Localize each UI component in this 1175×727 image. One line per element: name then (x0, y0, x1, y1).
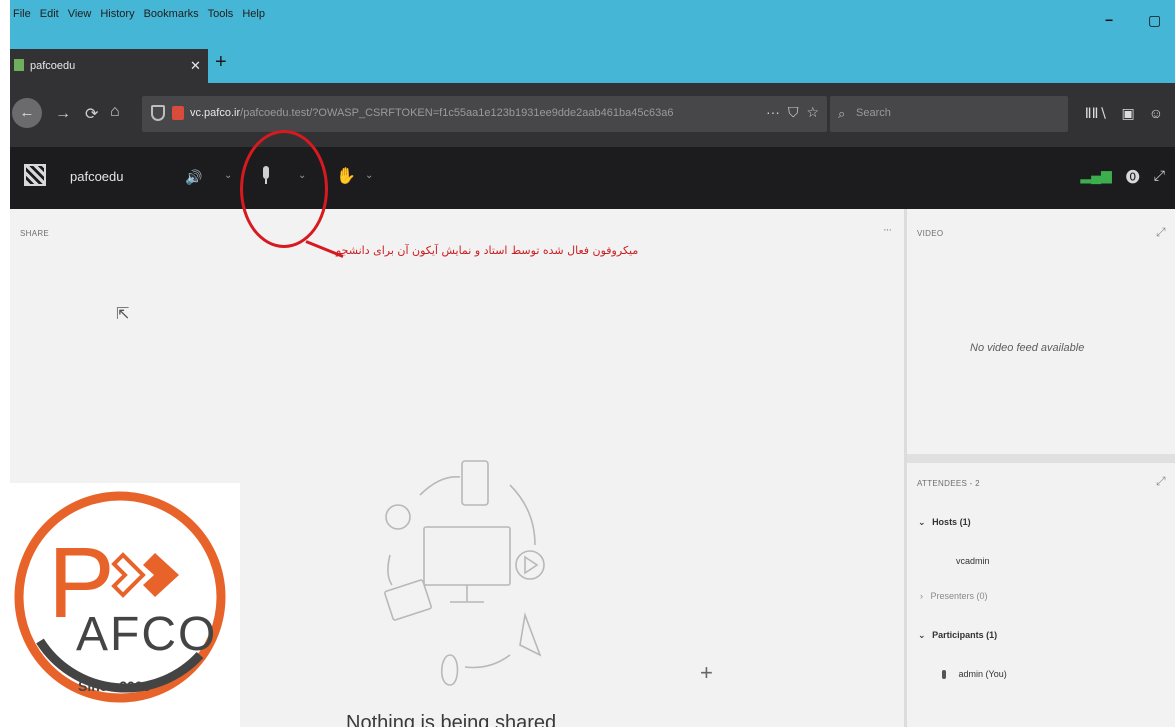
participant-mic-icon (942, 670, 946, 680)
url-text[interactable]: vc.pafco.ir/pafcoedu.test/?OWASP_CSRFTOK… (190, 107, 730, 119)
empty-share-illustration (384, 460, 545, 686)
arrow-path-2 (509, 484, 536, 546)
help-icon[interactable]: ⓿ (1126, 167, 1140, 187)
pafco-logo: P AFCO Since 2003 (10, 483, 240, 727)
empty-share-text: Nothing is being shared (346, 712, 557, 727)
back-button[interactable]: ← (12, 98, 42, 128)
presenters-label: Presenters (0) (930, 591, 988, 601)
share-options-icon[interactable]: ··· (883, 224, 892, 236)
arrow-path-3 (464, 654, 511, 669)
menu-edit[interactable]: Edit (40, 8, 59, 20)
search-bar[interactable]: ⌕ Search (830, 96, 1068, 132)
menu-tools[interactable]: Tools (208, 8, 234, 20)
app-logo-icon (24, 164, 46, 186)
hosts-caret-icon: ⌄ (918, 517, 926, 527)
menu-items: File Edit View History Bookmarks Tools H… (13, 8, 265, 20)
tab-bar: pafcoedu ✕ + (10, 43, 1175, 83)
page-actions-icon[interactable]: ··· (766, 104, 780, 121)
panel-horizontal-divider[interactable] (907, 454, 1175, 463)
pocket-icon[interactable]: ⛉ (788, 104, 799, 121)
account-icon[interactable]: ☺ (1149, 105, 1163, 122)
participants-group[interactable]: ⌄ Participants (1) (918, 630, 997, 641)
menu-history[interactable]: History (100, 8, 134, 20)
navigation-bar: ← → ⟳ ⌂ vc.pafco.ir/pafcoedu.test/?OWASP… (10, 83, 1175, 147)
screenshot-frame: File Edit View History Bookmarks Tools H… (10, 0, 1175, 727)
pafco-wordmark: AFCO (76, 608, 218, 661)
toolbar-right: ⅡⅡ∖ ▣ ☺ (1085, 105, 1163, 122)
arrow-path-1 (419, 476, 461, 496)
forward-button[interactable]: → (55, 105, 71, 123)
attendee-host-vcadmin[interactable]: vcadmin (956, 556, 990, 566)
mouse-cursor-icon: ⇱ (116, 306, 130, 323)
pointer-icon (519, 611, 542, 657)
url-bar[interactable]: vc.pafco.ir/pafcoedu.test/?OWASP_CSRFTOK… (142, 96, 827, 132)
annotation-circle (240, 130, 328, 248)
presenters-group[interactable]: › Presenters (0) (920, 591, 988, 601)
share-label: SHARE (20, 229, 50, 238)
app-toolbar-right: ▂▄▆ ⓿ ⤢ (1080, 167, 1165, 187)
video-label: VIDEO (917, 229, 944, 238)
library-icon[interactable]: ⅡⅡ∖ (1085, 105, 1108, 122)
annotation-text: میکروفون فعال شده توسط استاد و نمایش آیک… (336, 244, 639, 257)
file-a-icon (440, 654, 459, 686)
video-panel (907, 209, 1175, 454)
raise-hand-icon[interactable]: ✋ (336, 166, 356, 186)
tab-title: pafcoedu (30, 60, 76, 72)
fullscreen-icon[interactable]: ⤢ (1154, 167, 1165, 187)
favicon-icon (14, 59, 24, 71)
connection-signal-icon[interactable]: ▂▄▆ (1080, 167, 1111, 187)
tracking-shield-icon[interactable] (151, 105, 165, 121)
speaker-icon[interactable]: 🔊 (185, 169, 202, 186)
tab-close-icon[interactable]: ✕ (190, 58, 201, 74)
menu-view[interactable]: View (68, 8, 92, 20)
home-button[interactable]: ⌂ (110, 103, 120, 121)
image-icon (384, 579, 432, 621)
reload-button[interactable]: ⟳ (85, 104, 98, 124)
participant-name: admin (You) (958, 669, 1007, 679)
hosts-label: Hosts (1) (932, 517, 971, 527)
crosshair-icon: + (700, 660, 713, 685)
minimize-button[interactable]: − (1105, 12, 1113, 28)
menu-bar: File Edit View History Bookmarks Tools H… (10, 0, 1175, 43)
monitor-icon (423, 526, 511, 586)
url-tools: ··· ⛉ ☆ (766, 104, 819, 121)
sidebar-icon[interactable]: ▣ (1121, 105, 1134, 122)
presenters-caret-icon: › (920, 591, 923, 601)
attendees-label: ATTENDEES - 2 (917, 479, 980, 488)
user-circle-icon (385, 504, 411, 530)
menu-help[interactable]: Help (242, 8, 265, 20)
participants-label: Participants (1) (932, 630, 998, 640)
attendees-expand-icon[interactable]: ⤢ (1156, 474, 1166, 489)
search-icon: ⌕ (838, 106, 846, 121)
app-name: pafcoedu (70, 169, 124, 184)
new-tab-button[interactable]: + (215, 51, 227, 74)
document-icon (461, 460, 489, 506)
hosts-group[interactable]: ⌄ Hosts (1) (918, 517, 971, 528)
pafco-since: Since 2003 (78, 678, 151, 694)
app-toolbar: pafcoedu 🔊 ⌄ ⌄ ✋ ⌄ ▂▄▆ ⓿ ⤢ (10, 147, 1175, 209)
video-empty-text: No video feed available (970, 342, 1085, 354)
video-expand-icon[interactable]: ⤢ (1156, 225, 1166, 240)
maximize-button[interactable]: ▢ (1148, 12, 1161, 29)
bookmark-star-icon[interactable]: ☆ (806, 104, 819, 121)
speaker-dropdown-icon[interactable]: ⌄ (224, 170, 232, 181)
site-info-icon[interactable] (172, 106, 184, 120)
tab-pafcoedu[interactable]: pafcoedu ✕ (10, 49, 208, 83)
participants-caret-icon: ⌄ (918, 630, 926, 640)
play-icon (515, 550, 545, 580)
menu-file[interactable]: File (13, 8, 31, 20)
arrow-path-4 (387, 554, 393, 586)
attendee-participant-admin[interactable]: admin (You) (942, 669, 1007, 680)
status-dropdown-icon[interactable]: ⌄ (365, 170, 373, 181)
menu-bookmarks[interactable]: Bookmarks (144, 8, 199, 20)
search-input[interactable]: Search (856, 107, 891, 119)
